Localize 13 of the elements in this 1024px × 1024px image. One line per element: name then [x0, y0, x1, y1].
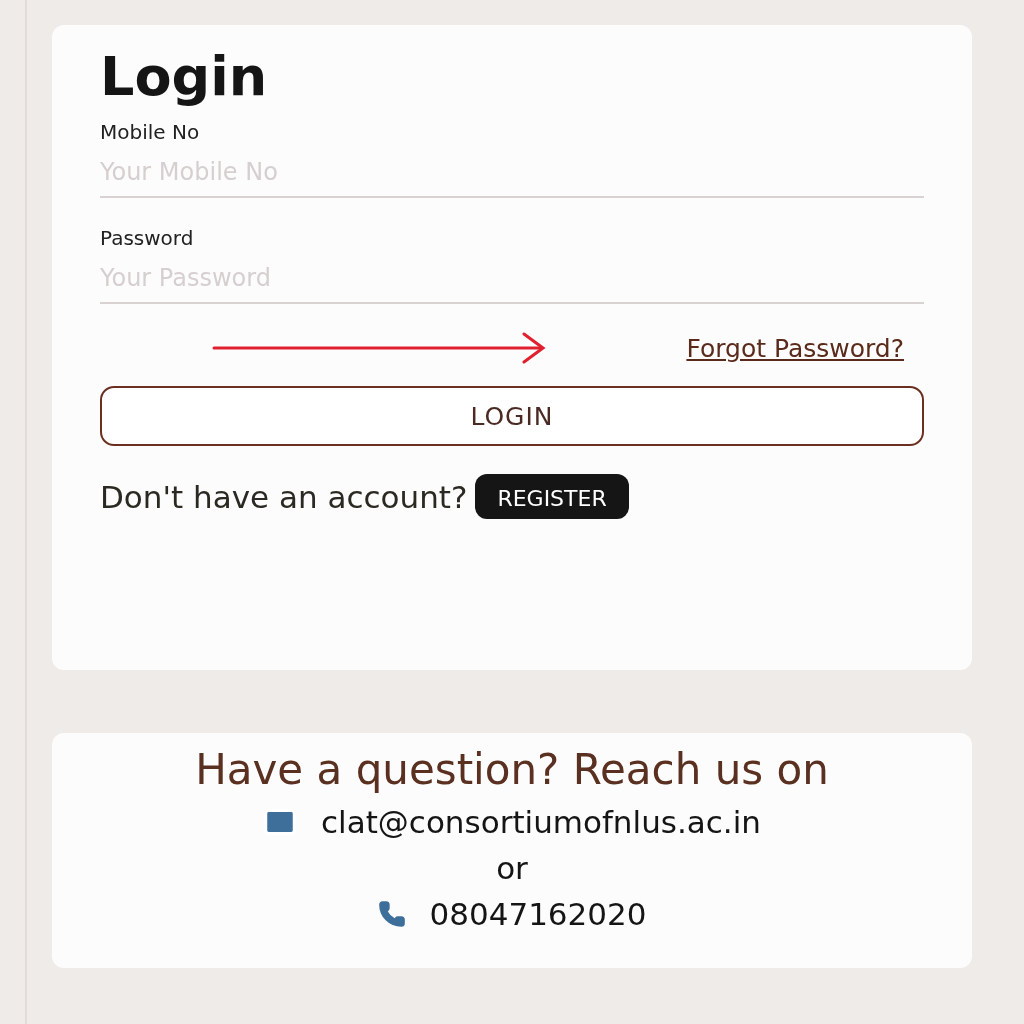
forgot-password-link[interactable]: Forgot Password? — [686, 333, 904, 363]
register-button[interactable]: REGISTER — [475, 474, 629, 520]
phone-number: 08047162020 — [429, 896, 647, 932]
phone-icon — [377, 900, 406, 928]
field-label: Mobile No — [100, 120, 200, 145]
register-prompt: Don't have an account? — [100, 478, 468, 515]
separator-text: or — [496, 850, 528, 886]
contact-heading: Have a question? Reach us on — [195, 745, 829, 794]
email-address: clat@consortiumofnlus.ac.in — [321, 804, 761, 840]
field-label: Password — [100, 226, 194, 251]
login-title: Login — [100, 47, 269, 107]
login-button[interactable]: LOGIN — [100, 386, 924, 447]
arrow-icon — [212, 332, 547, 365]
